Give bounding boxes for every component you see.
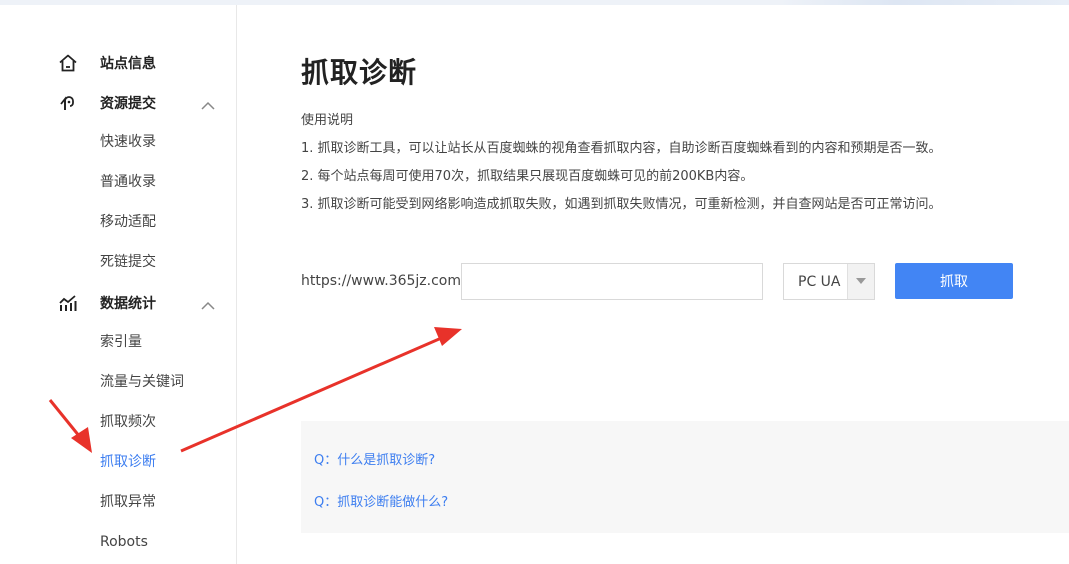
- resource-submit-icon: [57, 92, 79, 114]
- faq-link-what-can-do[interactable]: Q：抓取诊断能做什么?: [314, 491, 448, 510]
- home-icon: [57, 52, 79, 74]
- instruction-line: 1. 抓取诊断工具，可以让站长从百度蜘蛛的视角查看抓取内容，自助诊断百度蜘蛛看到…: [301, 141, 942, 156]
- instruction-line: 2. 每个站点每周可使用70次，抓取结果只展现百度蜘蛛可见的前200KB内容。: [301, 169, 754, 184]
- sidebar-item-crawl-frequency[interactable]: 抓取频次: [100, 412, 156, 432]
- sidebar-item-mobile-adapt[interactable]: 移动适配: [100, 212, 156, 232]
- dropdown-arrow-icon[interactable]: [847, 264, 874, 299]
- sidebar-group-site-info[interactable]: 站点信息: [0, 43, 237, 83]
- chart-icon: [57, 292, 79, 314]
- sidebar-item-fast-index[interactable]: 快速收录: [100, 132, 156, 152]
- fetch-button[interactable]: 抓取: [895, 263, 1013, 299]
- sidebar-group-label: 资源提交: [100, 96, 156, 112]
- sidebar-group-data-stats[interactable]: 数据统计: [0, 283, 237, 323]
- user-agent-selected-value: PC UA: [798, 274, 841, 290]
- chevron-up-icon[interactable]: [200, 297, 216, 310]
- sidebar-item-normal-index[interactable]: 普通收录: [100, 172, 156, 192]
- sidebar-group-resource-submit[interactable]: 资源提交: [0, 83, 237, 123]
- sidebar-group-label: 站点信息: [100, 56, 156, 72]
- chevron-up-icon[interactable]: [200, 97, 216, 110]
- sidebar-item-dead-link[interactable]: 死链提交: [100, 252, 156, 272]
- main-content: 抓取诊断 使用说明 1. 抓取诊断工具，可以让站长从百度蜘蛛的视角查看抓取内容，…: [237, 5, 1069, 564]
- sidebar-item-crawl-diagnosis[interactable]: 抓取诊断: [100, 452, 156, 472]
- sidebar-item-traffic-keywords[interactable]: 流量与关键词: [100, 372, 184, 392]
- faq-panel: Q：什么是抓取诊断? Q：抓取诊断能做什么?: [301, 421, 1069, 533]
- sidebar: 站点信息 资源提交 快速收录 普通收录 移动适配 死链提交 数据统计 索引量 流…: [0, 5, 237, 564]
- faq-link-what-is[interactable]: Q：什么是抓取诊断?: [314, 449, 435, 468]
- sidebar-item-robots[interactable]: Robots: [100, 532, 148, 552]
- instructions-heading: 使用说明: [301, 113, 354, 128]
- page-title: 抓取诊断: [301, 56, 418, 89]
- sidebar-item-index-volume[interactable]: 索引量: [100, 332, 142, 352]
- sidebar-group-label: 数据统计: [100, 296, 156, 312]
- sidebar-item-crawl-errors[interactable]: 抓取异常: [100, 492, 156, 512]
- instruction-line: 3. 抓取诊断可能受到网络影响造成抓取失败，如遇到抓取失败情况，可重新检测，并自…: [301, 197, 942, 212]
- user-agent-select[interactable]: PC UA: [783, 263, 875, 300]
- url-path-input[interactable]: [461, 263, 763, 300]
- url-prefix: https://www.365jz.com/: [301, 273, 466, 289]
